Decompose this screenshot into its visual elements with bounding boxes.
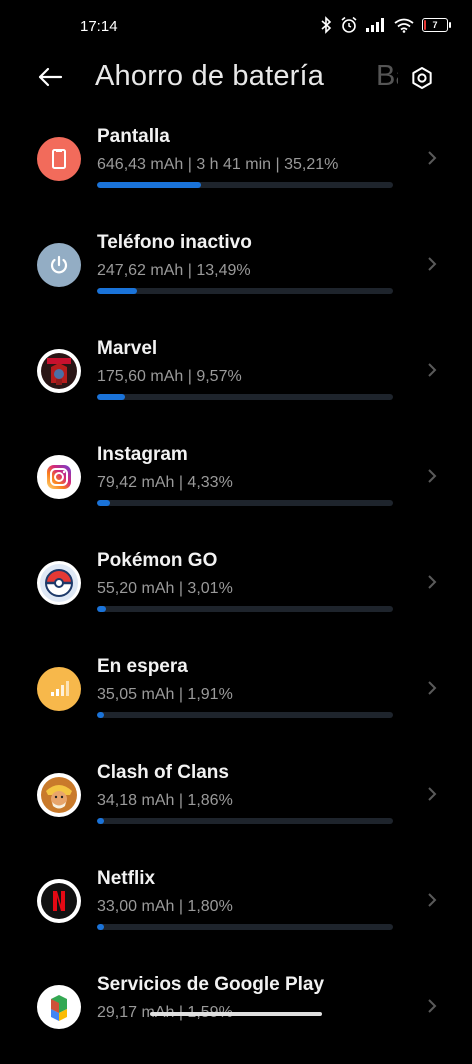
- battery-icon: 7: [422, 18, 451, 32]
- item-detail: 247,62 mAh | 13,49%: [97, 262, 251, 279]
- usage-bar-fill: [97, 818, 105, 824]
- item-detail: 79,42 mAh | 4,33%: [97, 474, 233, 491]
- list-item-instagram[interactable]: Instagram 79,42 mAh | 4,33%: [0, 428, 472, 534]
- usage-bar-fill: [97, 288, 137, 294]
- pokeball-icon: [37, 561, 81, 605]
- gear-icon: [412, 67, 432, 89]
- item-detail: 34,18 mAh | 1,86%: [97, 792, 233, 809]
- item-name: Clash of Clans: [97, 762, 229, 783]
- chevron-right-icon: [428, 787, 437, 801]
- power-icon: [37, 243, 81, 287]
- status-bar: 17:14 7: [0, 0, 472, 56]
- status-icons: 7: [320, 16, 451, 34]
- signal-icon: [366, 18, 386, 32]
- wifi-icon: [394, 18, 414, 33]
- chevron-right-icon: [428, 151, 437, 165]
- item-detail: 33,00 mAh | 1,80%: [97, 898, 233, 915]
- usage-bar-fill: [97, 394, 126, 400]
- battery-level: 7: [432, 20, 438, 30]
- usage-bar: [97, 606, 393, 612]
- usage-bar-fill: [97, 500, 110, 506]
- item-name: Netflix: [97, 868, 156, 889]
- usage-bar-fill: [97, 924, 105, 930]
- google-play-icon: [37, 985, 81, 1029]
- list-item-marvel[interactable]: Marvel 175,60 mAh | 9,57%: [0, 322, 472, 428]
- clash-of-clans-icon: [37, 773, 81, 817]
- status-time: 17:14: [80, 18, 118, 35]
- marvel-app-icon: [37, 349, 81, 393]
- page-title: Ahorro de batería: [95, 60, 325, 92]
- item-name: Servicios de Google Play: [97, 974, 325, 995]
- chevron-right-icon: [428, 893, 437, 907]
- item-name: Marvel: [97, 338, 158, 359]
- usage-bar: [97, 712, 393, 718]
- bluetooth-icon: [320, 16, 332, 34]
- usage-bar: [97, 500, 393, 506]
- usage-bar: [97, 818, 393, 824]
- usage-bar-fill: [97, 712, 105, 718]
- back-button[interactable]: [30, 60, 70, 94]
- chevron-right-icon: [428, 469, 437, 483]
- item-name: Teléfono inactivo: [97, 232, 252, 253]
- screen-icon: [37, 137, 81, 181]
- chevron-right-icon: [428, 575, 437, 589]
- tab-next-partial[interactable]: Ba: [376, 60, 398, 93]
- item-name: Instagram: [97, 444, 188, 465]
- chevron-right-icon: [428, 257, 437, 271]
- header: Ahorro de batería Ba: [0, 52, 472, 102]
- home-indicator[interactable]: [150, 1012, 322, 1016]
- item-detail: 175,60 mAh | 9,57%: [97, 368, 242, 385]
- settings-button[interactable]: [408, 64, 436, 92]
- usage-bar: [97, 924, 393, 930]
- usage-bar: [97, 288, 393, 294]
- chevron-right-icon: [428, 681, 437, 695]
- alarm-icon: [340, 16, 358, 34]
- netflix-icon: [37, 879, 81, 923]
- signal-bars-icon: [37, 667, 81, 711]
- usage-bar-fill: [97, 182, 202, 188]
- item-detail: 55,20 mAh | 3,01%: [97, 580, 233, 597]
- usage-bar: [97, 182, 393, 188]
- item-name: En espera: [97, 656, 188, 677]
- list-item-netflix[interactable]: Netflix 33,00 mAh | 1,80%: [0, 852, 472, 958]
- usage-bar-fill: [97, 606, 106, 612]
- instagram-icon: [37, 455, 81, 499]
- list-item-clash-of-clans[interactable]: Clash of Clans 34,18 mAh | 1,86%: [0, 746, 472, 852]
- arrow-left-icon: [38, 67, 63, 87]
- list-item-pokemon-go[interactable]: Pokémon GO 55,20 mAh | 3,01%: [0, 534, 472, 640]
- item-detail: 35,05 mAh | 1,91%: [97, 686, 233, 703]
- list-item-pantalla[interactable]: Pantalla 646,43 mAh | 3 h 41 min | 35,21…: [0, 110, 472, 216]
- item-name: Pantalla: [97, 126, 170, 147]
- list-item-google-play-services[interactable]: Servicios de Google Play 29,17 mAh | 1,5…: [0, 958, 472, 1064]
- list-item-telefono-inactivo[interactable]: Teléfono inactivo 247,62 mAh | 13,49%: [0, 216, 472, 322]
- item-name: Pokémon GO: [97, 550, 218, 571]
- chevron-right-icon: [428, 363, 437, 377]
- item-detail: 646,43 mAh | 3 h 41 min | 35,21%: [97, 156, 339, 173]
- chevron-right-icon: [428, 999, 437, 1013]
- usage-bar: [97, 394, 393, 400]
- list-item-en-espera[interactable]: En espera 35,05 mAh | 1,91%: [0, 640, 472, 746]
